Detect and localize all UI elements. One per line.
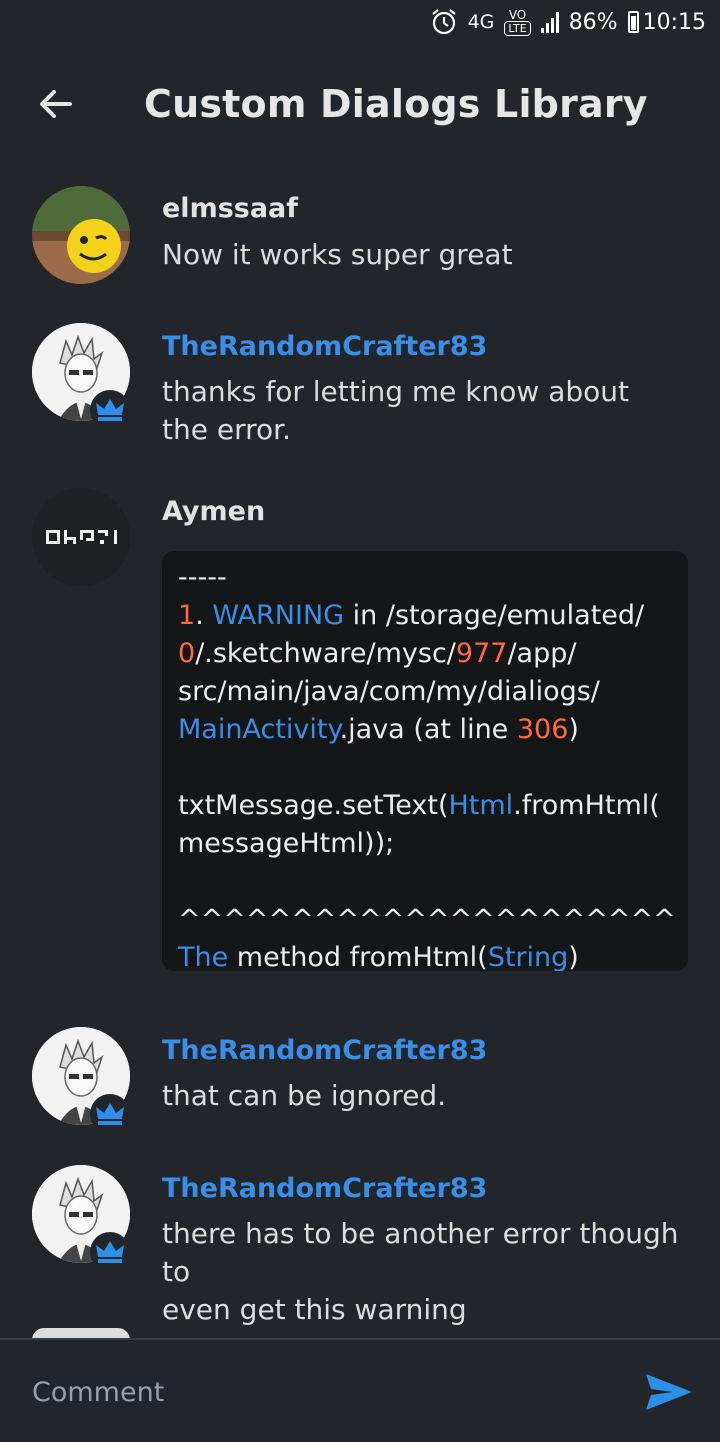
code-text: .java (at line: [339, 714, 517, 745]
logo-avatar-image: [32, 488, 130, 586]
comment-text: Now it works super great: [162, 238, 513, 271]
code-line: 1. WARNING in /storage/emulated/: [178, 597, 672, 635]
comment-line: the error.: [162, 413, 291, 446]
code-keyword: MainActivity: [178, 714, 340, 745]
code-line: 0/.sketchware/mysc/977/app/: [178, 635, 672, 673]
comment-line: there has to be another error though to: [162, 1217, 679, 1288]
code-text: .fromHtml(: [513, 790, 660, 821]
comment-username[interactable]: Aymen: [162, 496, 265, 527]
code-line: txtMessage.setText(Html.fromHtml(: [178, 787, 672, 825]
code-line: ^^^^^^^^^^^^^^^^^^^^^^: [178, 904, 676, 935]
code-text: ): [568, 942, 579, 971]
crown-badge: [90, 1094, 130, 1134]
code-text: in /storage/emulated/: [344, 600, 645, 631]
battery-percent: 86%: [568, 9, 618, 35]
signal-icon: [540, 11, 559, 33]
code-text: /app/: [507, 638, 577, 669]
code-text: ): [568, 714, 579, 745]
crown-badge: [90, 390, 130, 430]
comment-text: that can be ignored.: [162, 1079, 447, 1112]
comment-text: thanks for letting me know about the err…: [162, 373, 692, 449]
comment-line: even get this warning: [162, 1293, 467, 1326]
lte-label: LTE: [504, 20, 531, 36]
code-separator: -----: [178, 562, 227, 593]
comment-input[interactable]: [32, 1372, 592, 1412]
code-line: The method fromHtml(String): [178, 939, 672, 971]
code-keyword: WARNING: [212, 600, 345, 631]
alarm-icon: [430, 8, 458, 36]
code-number: 977: [455, 638, 508, 669]
send-button[interactable]: [644, 1370, 694, 1414]
comment-username[interactable]: TheRandomCrafter83: [162, 1035, 487, 1066]
avatar[interactable]: [32, 186, 130, 284]
avatar[interactable]: [32, 488, 130, 586]
code-text: method fromHtml(: [228, 942, 488, 971]
code-text: .: [195, 600, 213, 631]
clock: 10:15: [642, 9, 706, 35]
comment-username[interactable]: TheRandomCrafter83: [162, 1173, 487, 1204]
code-keyword: The: [178, 942, 229, 971]
code-text: txtMessage.setText(: [178, 790, 449, 821]
send-icon: [646, 1374, 692, 1410]
network-type: 4G: [467, 11, 495, 33]
crown-icon: [96, 1103, 124, 1125]
code-keyword: String: [487, 942, 569, 971]
comment-username[interactable]: TheRandomCrafter83: [162, 331, 487, 362]
code-line: src/main/java/com/my/dialiogs/: [178, 676, 600, 707]
comment-username[interactable]: elmssaaf: [162, 193, 298, 224]
comment-composer: [0, 1338, 720, 1442]
comment-line: thanks for letting me know about: [162, 375, 629, 408]
emoji-avatar-image: [32, 186, 130, 284]
page-title: Custom Dialogs Library: [144, 82, 648, 126]
code-number: 1: [178, 600, 196, 631]
code-line: MainActivity.java (at line 306): [178, 711, 672, 749]
code-line: messageHtml));: [178, 828, 395, 859]
crown-icon: [96, 399, 124, 421]
code-keyword: Html: [448, 790, 514, 821]
code-text: /.sketchware/mysc/: [195, 638, 456, 669]
comment-text: there has to be another error though to …: [162, 1215, 692, 1329]
volte-label: VO: [508, 7, 527, 22]
volte-icon: VO LTE: [504, 7, 531, 36]
battery-icon: [627, 11, 639, 33]
crown-icon: [96, 1241, 124, 1263]
code-block: ----- 1. WARNING in /storage/emulated/ 0…: [162, 551, 688, 971]
arrow-back-icon: [40, 90, 72, 118]
back-button[interactable]: [32, 80, 80, 128]
code-number: 306: [516, 714, 569, 745]
code-number: 0: [178, 638, 196, 669]
crown-badge: [90, 1232, 130, 1272]
app-bar: Custom Dialogs Library: [0, 60, 720, 150]
status-bar: 4G VO LTE 86% 10:15: [0, 0, 720, 50]
